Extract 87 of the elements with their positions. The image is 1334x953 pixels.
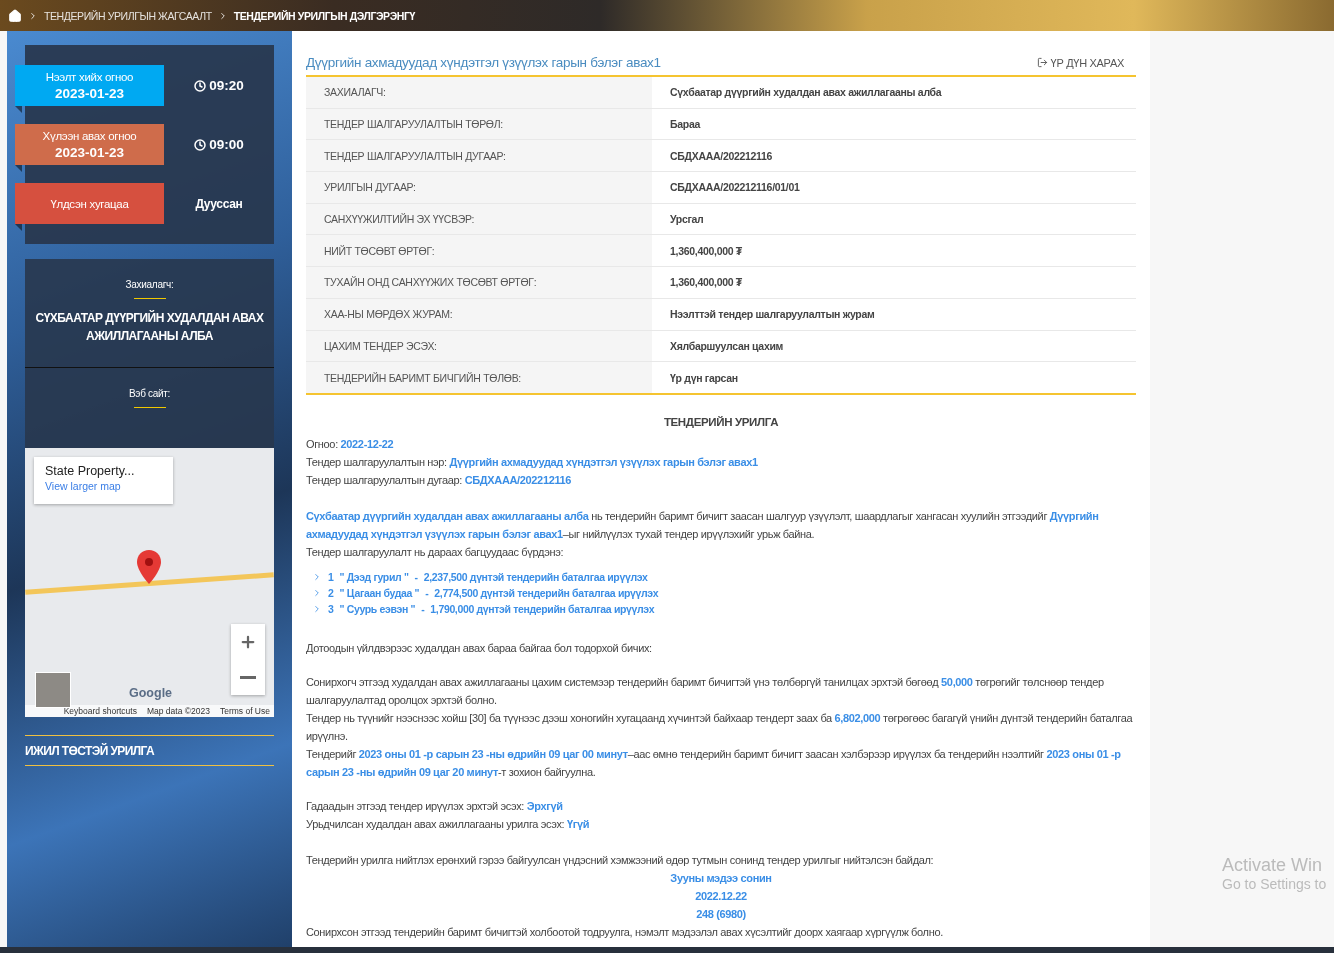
detail-value: Нээлттэй тендер шалгаруулалтын журам <box>669 307 876 323</box>
detail-label: ХАА-НЫ МӨРДӨХ ЖУРАМ: <box>306 298 652 330</box>
activation-title: Activate Win <box>1222 855 1324 876</box>
lot-name: " Дээд гурил " <box>339 569 409 585</box>
place-name: State Property... <box>45 464 135 478</box>
activation-subtitle: Go to Settings to <box>1222 876 1327 892</box>
map-footer-link[interactable]: Keyboard shortcuts <box>63 706 137 716</box>
detail-label: ТЕНДЕР ШАЛГАРУУЛАЛТЫН ДУГААР: <box>306 140 652 172</box>
exit-icon <box>1036 57 1048 68</box>
detail-value: 1,360,400,000 ₮ <box>669 243 743 259</box>
notice-meta: Тендер шалгаруулалтын нэр: Дүүргийн ахмадуудад хүндэтгэл үзүүлэх гарын бэлэг авах1 <box>306 454 759 470</box>
map-placeholder[interactable]: State Property... View larger map Google Keyboard shortcuts Map data ©2023 Terms of Use <box>25 448 274 717</box>
time-text: 09:00 <box>209 137 244 152</box>
zoom-out-button[interactable] <box>231 659 265 695</box>
customer-name: СҮХБААТАР ДҮҮРГИЙН ХУДАЛДАН АВАХ АЖИЛЛАГААНЫ АЛБА <box>34 309 265 345</box>
notice-paragraph: Тендерийг 2023 оны 01 -р сарын 23 -ны өдрийн 09 цаг 00 минут–аас өмнө тендерийн баримт бичигт заасан хэлбэрээр ирүүлэх ба тендерийн нээлтийг 2023 оны 01 -р сарын 23 -ны өдрийн 09 цаг 20 минут-т зохион байгуулна. <box>306 746 1122 780</box>
lot-number: 1 <box>328 569 334 585</box>
map-footer-link[interactable]: Map data ©2023 <box>146 706 210 716</box>
badge-date: 2023-01-23 <box>54 85 125 101</box>
chevron-icon <box>312 587 322 598</box>
detail-value: Сүхбаатар дүүргийн худалдан авах ажиллагааны алба <box>669 85 943 101</box>
badge-label: Хүлээн авах огноо <box>42 129 137 142</box>
lot-separator: - <box>421 601 425 617</box>
map-footer-link[interactable]: Terms of Use <box>219 706 270 716</box>
status-text: Дууссан <box>195 196 243 211</box>
detail-value: СБДХААА/202212116/01/01 <box>669 180 801 196</box>
detail-label: НИЙТ ТӨСӨВТ ӨРТӨГ: <box>306 235 652 267</box>
zoom-in-button[interactable] <box>231 624 265 660</box>
badge-label: Үлдсэн хугацаа <box>50 197 129 210</box>
notice-paragraph: Тендер шалгаруулалт нь дараах багцуудаас бүрдэнэ: <box>306 544 565 560</box>
breadcrumb-link[interactable]: ТЕНДЕРИЙН УРИЛГЫН ЖАГСААЛТ <box>44 9 212 22</box>
chevron-icon <box>312 603 322 614</box>
detail-label: САНХҮҮЖИЛТИЙН ЭХ ҮҮСВЭР: <box>306 203 652 235</box>
section-heading: ИЖИЛ ТӨСТЭЙ УРИЛГА <box>25 744 155 758</box>
notice-paragraph: Сонирхогч этгээд худалдан авах ажиллагааны цахим системээр тендерийн баримт бичигтэй үнэ төлбөргүй танилцах эрхтэй бөгөөд 50,000 төгрөгийг төлснөөр тендер шалгаруулалтад оролцох эрхтэй болно. <box>306 674 1105 708</box>
detail-label: ТУХАЙН ОНД САНХҮҮЖИХ ТӨСӨВТ ӨРТӨГ: <box>306 267 652 298</box>
detail-label: ТЕНДЕРИЙН БАРИМТ БИЧГИЙН ТӨЛӨВ: <box>306 362 652 393</box>
detail-value: Үр дүн гарсан <box>669 370 739 386</box>
chevron-icon <box>312 571 322 582</box>
detail-label: УРИЛГЫН ДУГААР: <box>306 172 652 203</box>
notice-paragraph: Сонирхсон этгээд тендерийн баримт бичигтэй холбоотой тодруулга, нэмэлт мэдээлэл авах хүсэлтийг доорх хаягаар хүргүүлж болно. <box>306 924 944 940</box>
home-icon[interactable] <box>8 8 22 23</box>
satellite-thumbnail[interactable] <box>35 672 71 708</box>
notice-paragraph: Дотоодын үйлдвэрээс худалдан авах бараа байгаа бол тодорхой бичих: <box>306 640 653 656</box>
website-label: Вэб сайт: <box>128 388 171 399</box>
notice-heading: ТЕНДЕРИЙН УРИЛГА <box>662 414 780 430</box>
notice-paragraph: Урьдчилсан худалдан авах ажиллагааны урилга эсэх: Үгүй <box>306 816 591 832</box>
clock-icon <box>194 79 207 92</box>
lot-guarantee: 1,790,000 дүнтэй тендерийн баталгаа ирүүлэх <box>430 601 655 617</box>
badge-label: Нээлт хийх огноо <box>45 70 134 83</box>
detail-value: Урсгал <box>669 212 705 228</box>
map-pin-icon <box>137 550 161 584</box>
notice-paragraph: Сүхбаатар дүүргийн худалдан авах ажиллагааны алба нь тендерийн баримт бичигт заасан шалгуур үзүүлэлт, шаардлагыг хангасан хуулийн этгээдийг Дүүргийн ахмадуудад хүндэтгэл үзүүлэх гарын бэлэг авах1–ыг нийлүүлэх тухай тендер ирүүлэхийг урьж байна. <box>306 508 1100 542</box>
notice-paragraph: Гадаадын этгээд тендер ирүүлэх эрхтэй эсэх: Эрхгүй <box>306 798 564 814</box>
time-text: 09:20 <box>209 78 244 93</box>
view-result-link[interactable]: ҮР ДҮН ХАРАХ <box>1036 56 1124 69</box>
detail-label: ЦАХИМ ТЕНДЕР ЭСЭХ: <box>306 330 652 362</box>
badge-date: 2023-01-23 <box>54 144 125 160</box>
map-logo: Google <box>129 686 173 700</box>
lot-name: " Суурь еэвэн " <box>339 601 416 617</box>
view-map-link[interactable]: View larger map <box>45 480 121 492</box>
lot-guarantee: 2,237,500 дүнтэй тендерийн баталгаа ирүүлэх <box>423 569 648 585</box>
detail-value: СБДХААА/202212116 <box>669 148 774 164</box>
detail-value: Бараа <box>669 117 702 133</box>
notice-paragraph: Тендерийн урилга нийтлэх ерөнхий гэрээ байгуулсан үндэсний хэмжээний өдөр тутмын сонинд тендер урилгыг нийтэлсэн байдал: <box>306 852 935 868</box>
detail-value: 1,360,400,000 ₮ <box>669 275 743 291</box>
publication-line: 2022.12.22 <box>694 888 748 904</box>
tender-title: Дүүргийн ахмадуудад хүндэтгэл үзүүлэх гарын бэлэг авах1 <box>306 55 661 70</box>
notice-meta: Огноо: 2022-12-22 <box>306 436 395 452</box>
detail-label: ЗАХИАЛАГЧ: <box>306 77 652 108</box>
lot-number: 2 <box>328 585 334 601</box>
notice-paragraph: Тендер нь түүнийг нээснээс хойш [30] ба түүнээс дээш хоногийн хугацаанд хүчинтэй байхаар тендерт заах ба 6,802,000 төгрөгөөс багагүй үнийн дүнтэй тендерийн баталгаа ирүүлнэ. <box>306 710 1134 744</box>
publication-line: Зууны мэдээ сонин <box>669 870 773 886</box>
minus-icon <box>240 675 256 679</box>
detail-value: Хялбаршуулсан цахим <box>669 338 785 354</box>
breadcrumb-link[interactable]: ТЕНДЕРИЙН УРИЛГЫН ДЭЛГЭРЭНГҮ <box>233 9 415 22</box>
clock-icon <box>194 138 207 151</box>
detail-label: ТЕНДЕР ШАЛГАРУУЛАЛТЫН ТӨРӨЛ: <box>306 108 652 140</box>
lot-guarantee: 2,774,500 дүнтэй тендерийн баталгаа ирүүлэх <box>434 585 659 601</box>
chevron-icon <box>28 10 38 21</box>
lot-name: " Цагаан будаа " <box>339 585 420 601</box>
customer-label: Захиалагч: <box>125 279 174 290</box>
publication-line: 248 (6980) <box>695 906 747 922</box>
notice-meta: Тендер шалгаруулалтын дугаар: СБДХААА/202212116 <box>306 472 573 488</box>
lot-number: 3 <box>328 601 334 617</box>
lot-separator: - <box>425 585 429 601</box>
lot-separator: - <box>414 569 418 585</box>
